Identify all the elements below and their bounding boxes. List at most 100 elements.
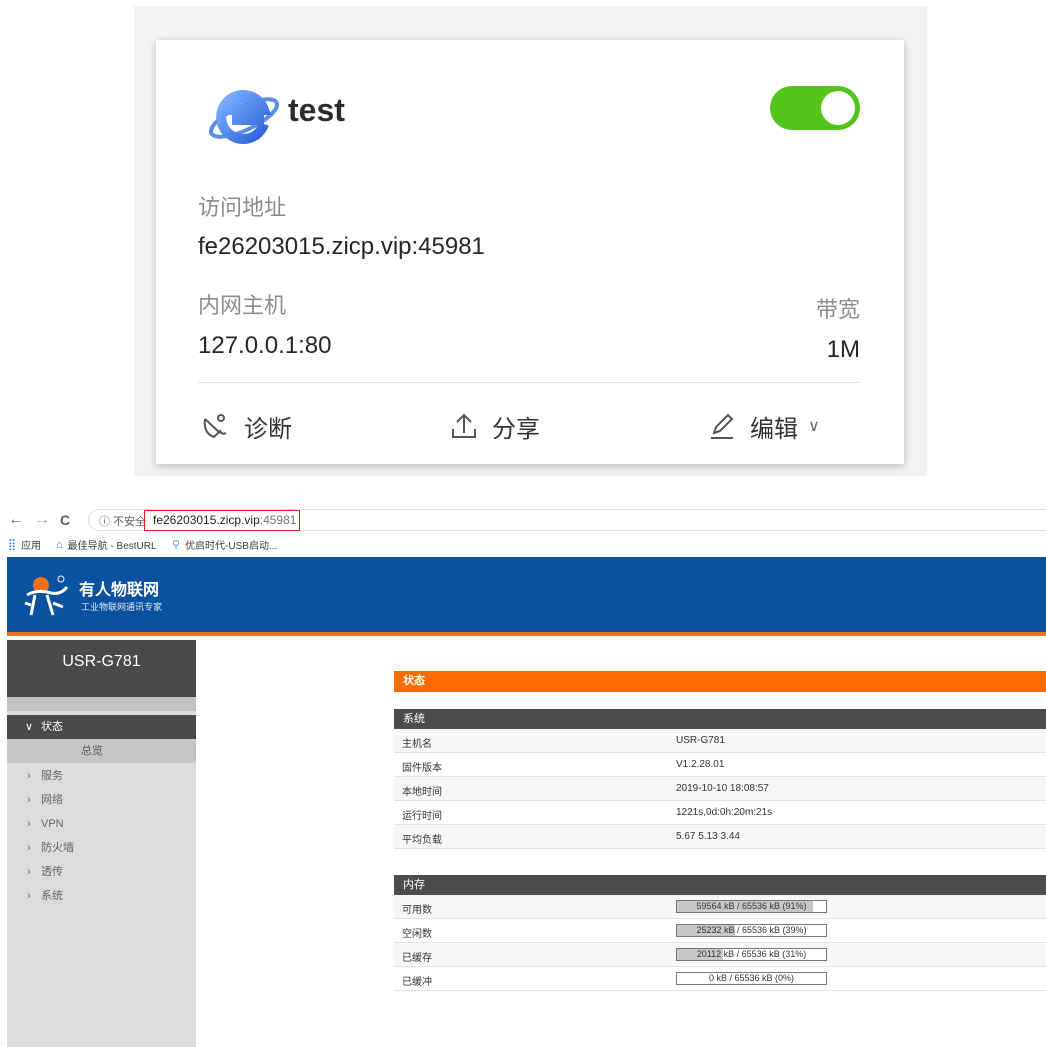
row-value: V1.2.28.01 xyxy=(676,759,725,770)
toggle-knob xyxy=(821,91,855,125)
row-key: 本地时间 xyxy=(402,787,442,798)
system-section-title: 系统 xyxy=(394,709,1046,729)
chevron-down-icon: ∨ xyxy=(24,721,34,733)
bookmark-besturl[interactable]: ⌂ 最佳导航 - BestURL xyxy=(56,537,157,553)
chevron-right-icon: › xyxy=(27,818,31,830)
apps-grid-icon: ⣿ xyxy=(8,539,17,551)
chevron-right-icon: › xyxy=(27,890,31,902)
forward-arrow-icon[interactable]: → xyxy=(34,511,50,529)
progress-text: 0 kB / 65536 kB (0%) xyxy=(708,973,795,983)
table-row: 已缓冲 0 kB / 65536 kB (0%) xyxy=(394,967,1046,991)
enable-toggle[interactable] xyxy=(770,86,860,130)
row-key: 已缓冲 xyxy=(402,977,432,988)
chevron-right-icon: › xyxy=(27,770,31,782)
reload-icon[interactable]: C xyxy=(60,512,70,528)
memory-progress-bar: 20112 kB / 65536 kB (31%) xyxy=(676,948,827,961)
brand-subtitle: 工业物联网通讯专家 xyxy=(81,602,163,612)
sidebar-item-label: VPN xyxy=(41,818,64,830)
row-value: 2019-10-10 18:08:57 xyxy=(676,783,769,794)
sidebar-item-overview[interactable]: 总览 xyxy=(7,739,196,763)
brand-title: 有人物联网 xyxy=(79,582,160,599)
row-key: 固件版本 xyxy=(402,763,442,774)
bookmark-apps[interactable]: ⣿ 应用 xyxy=(8,537,41,552)
sidebar-item-label: 状态 xyxy=(41,721,63,733)
sidebar-item-system[interactable]: › 系统 xyxy=(7,884,196,908)
chevron-right-icon: › xyxy=(27,842,31,854)
usb-icon: ⚲ xyxy=(172,539,181,551)
bookmark-label: 优启时代-USB启动... xyxy=(185,541,278,552)
row-key: 运行时间 xyxy=(402,811,442,822)
table-row: 本地时间 2019-10-10 18:08:57 xyxy=(394,777,1046,801)
sidebar-item-label: 网络 xyxy=(41,794,63,806)
share-label: 分享 xyxy=(492,415,540,443)
row-key: 可用数 xyxy=(402,905,432,916)
edit-button[interactable]: 编辑 ∨ xyxy=(708,406,820,446)
back-arrow-icon[interactable]: ← xyxy=(8,511,24,529)
table-row: 平均负载 5.67 5.13 3.44 xyxy=(394,825,1046,849)
diagnose-label: 诊断 xyxy=(244,415,292,443)
device-name: USR-G781 xyxy=(7,640,196,697)
pencil-icon xyxy=(711,413,734,439)
progress-text: 59564 kB / 65536 kB (91%) xyxy=(696,901,807,911)
table-row: 运行时间 1221s,0d:0h:20m:21s xyxy=(394,801,1046,825)
memory-section-title: 内存 xyxy=(394,875,1046,895)
memory-progress-bar: 25232 kB / 65536 kB (39%) xyxy=(676,924,827,937)
sidebar-item-transparent[interactable]: › 透传 xyxy=(7,860,196,884)
main-content: 状态 系统 主机名 USR-G781 固件版本 V1.2.28.01 本地时间 … xyxy=(196,640,1046,1047)
sidebar: USR-G781 ∨ 状态 总览 › 服务 › 网络 › VPN › 防火墙 › 透传 › 系… xyxy=(7,640,196,1047)
table-row: 可用数 59564 kB / 65536 kB (91%) xyxy=(394,895,1046,919)
router-header: 有人物联网 工业物联网通讯专家 xyxy=(7,557,1046,636)
access-address-value: fe26203015.zicp.vip:45981 xyxy=(198,233,485,260)
progress-text: 20112 kB / 65536 kB (31%) xyxy=(696,949,807,959)
host-label: 内网主机 xyxy=(198,293,287,318)
bandwidth-label: 带宽 xyxy=(815,297,860,322)
chevron-down-icon: ∨ xyxy=(808,418,820,435)
internet-explorer-icon xyxy=(208,90,280,144)
row-value: 1221s,0d:0h:20m:21s xyxy=(676,807,773,818)
upload-icon xyxy=(452,413,476,438)
chevron-right-icon: › xyxy=(27,866,31,878)
row-key: 空闲数 xyxy=(402,929,432,940)
bookmarks-bar: ⣿ 应用 ⌂ 最佳导航 - BestURL ⚲ 优启时代-USB启动... xyxy=(0,534,1046,554)
tunnel-card: test 访问地址 fe26203015.zicp.vip:45981 内网主机… xyxy=(156,40,904,464)
chevron-right-icon: › xyxy=(27,794,31,806)
memory-progress-bar: 0 kB / 65536 kB (0%) xyxy=(676,972,827,985)
share-button[interactable]: 分享 xyxy=(450,406,540,446)
table-row: 空闲数 25232 kB / 65536 kB (39%) xyxy=(394,919,1046,943)
row-key: 平均负载 xyxy=(402,835,442,846)
bookmark-usb[interactable]: ⚲ 优启时代-USB启动... xyxy=(172,537,277,552)
sidebar-item-services[interactable]: › 服务 xyxy=(7,764,196,788)
table-row: 已缓存 20112 kB / 65536 kB (31%) xyxy=(394,943,1046,967)
bandwidth-value: 1M xyxy=(826,336,860,363)
sidebar-item-status[interactable]: ∨ 状态 xyxy=(7,715,196,739)
sidebar-item-vpn[interactable]: › VPN xyxy=(7,812,196,836)
security-indicator[interactable]: ⓘ 不安全 xyxy=(99,513,146,529)
card-title: test xyxy=(288,92,345,128)
url-highlight-box xyxy=(144,510,300,531)
bookmark-label: 应用 xyxy=(21,541,42,552)
sidebar-item-label: 总览 xyxy=(81,745,103,757)
status-section-title: 状态 xyxy=(394,671,1046,692)
diagnose-button[interactable]: 诊断 xyxy=(200,406,292,446)
row-key: 主机名 xyxy=(402,739,432,750)
edit-label: 编辑 xyxy=(750,415,798,443)
table-row: 主机名 USR-G781 xyxy=(394,729,1046,753)
home-icon: ⌂ xyxy=(56,538,63,551)
card-divider xyxy=(198,382,860,383)
sidebar-strip xyxy=(7,697,196,711)
sidebar-item-network[interactable]: › 网络 xyxy=(7,788,196,812)
sidebar-item-label: 透传 xyxy=(41,866,63,878)
row-value: USR-G781 xyxy=(676,735,725,746)
row-value: 5.67 5.13 3.44 xyxy=(676,831,740,842)
usr-logo-icon xyxy=(24,575,69,616)
host-value: 127.0.0.1:80 xyxy=(198,332,332,359)
progress-text: 25232 kB / 65536 kB (39%) xyxy=(696,925,807,935)
bookmark-label: 最佳导航 - BestURL xyxy=(67,541,157,552)
access-address-label: 访问地址 xyxy=(198,195,287,220)
sidebar-item-label: 服务 xyxy=(41,770,63,782)
sidebar-item-firewall[interactable]: › 防火墙 xyxy=(7,836,196,860)
table-row: 固件版本 V1.2.28.01 xyxy=(394,753,1046,777)
sidebar-item-label: 防火墙 xyxy=(41,842,74,854)
row-key: 已缓存 xyxy=(402,953,432,964)
satellite-dish-icon xyxy=(203,414,227,439)
